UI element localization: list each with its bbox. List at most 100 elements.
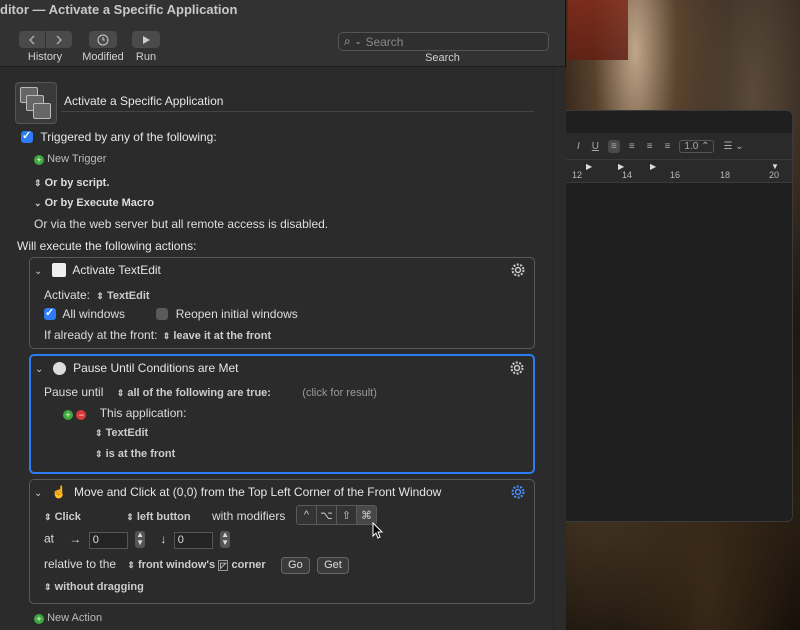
justify-icon[interactable]: ≡	[662, 140, 674, 153]
condition-row: + − This application:	[63, 406, 186, 420]
click-for-result[interactable]: (click for result)	[302, 387, 377, 399]
underline-button[interactable]: U	[589, 140, 602, 153]
if-front-label: If already at the front:	[44, 328, 158, 342]
dragging-popup[interactable]: ⇕ without dragging	[44, 581, 144, 593]
condition-popup[interactable]: ⇕ all of the following are true:	[117, 387, 271, 399]
clock-icon[interactable]	[89, 31, 117, 48]
textedit-window[interactable]: I U ≡ ≡ ≡ ≡ 1.0 ⌃ ☰ ⌄ ▶ ▶ ▶ ▼ 12 14 16 1…	[566, 110, 793, 522]
gear-icon[interactable]	[509, 360, 525, 376]
activate-label: Activate:	[44, 288, 91, 302]
list-icon[interactable]: ☰ ⌄	[720, 140, 746, 153]
ruler-label: 14	[622, 170, 633, 180]
run-group[interactable]: Run	[130, 31, 162, 63]
gear-icon[interactable]	[510, 262, 526, 278]
gear-icon[interactable]	[510, 484, 526, 500]
history-group: History	[17, 31, 73, 63]
all-windows-label: All windows	[62, 307, 126, 321]
all-windows-checkbox[interactable]	[44, 306, 56, 320]
click-popup[interactable]: ⇕ Click	[44, 511, 81, 523]
or-by-script[interactable]: ⇕ Or by script.	[34, 177, 109, 189]
action-header[interactable]: ⌄ Pause Until Conditions are Met	[35, 361, 239, 375]
align-left-icon[interactable]: ≡	[608, 139, 620, 153]
x-field[interactable]: 0	[88, 531, 128, 549]
click-icon: ☝	[51, 485, 67, 499]
y-stepper[interactable]: ▲ ▼	[220, 531, 231, 548]
if-front-popup[interactable]: ⇕ leave it at the front	[163, 330, 271, 342]
ruler-label: 18	[720, 170, 731, 180]
pause-until-row: Pause until ⇕ all of the following are t…	[44, 385, 377, 399]
action-header[interactable]: ⌄ ☝ Move and Click at (0,0) from the Top…	[34, 485, 441, 499]
go-button[interactable]: Go	[281, 557, 310, 574]
app-state-popup[interactable]: ⇕ is at the front	[95, 448, 175, 460]
line-spacing-select[interactable]: 1.0 ⌃	[679, 139, 715, 153]
click-row: ⇕ Click ⇕ left button with modifiers	[44, 509, 285, 523]
plus-icon: +	[34, 614, 44, 624]
new-action-button[interactable]: + New Action	[34, 612, 102, 624]
macro-icon[interactable]	[15, 82, 57, 124]
get-button[interactable]: Get	[317, 557, 349, 574]
this-app-label: This application:	[99, 406, 187, 420]
option-modifier[interactable]: ⌥	[317, 506, 337, 524]
action-activate-textedit[interactable]: ⌄ Activate TextEdit Activate: ⇕ TextEdit…	[29, 257, 535, 349]
down-arrow-icon: ↓	[160, 531, 167, 546]
back-button[interactable]	[18, 31, 46, 48]
activate-app-popup[interactable]: ⇕ TextEdit	[96, 290, 149, 302]
align-right-icon[interactable]: ≡	[644, 140, 656, 153]
tab-stop-icon[interactable]: ▶	[650, 162, 656, 171]
search-label: Search	[425, 52, 460, 64]
desktop-decor	[568, 0, 628, 60]
y-field[interactable]: 0	[173, 531, 213, 549]
plus-icon: +	[34, 155, 44, 165]
relative-popup[interactable]: ⇕ front window's ◸ corner	[127, 559, 266, 571]
new-trigger-button[interactable]: + New Trigger	[34, 153, 106, 165]
action-header[interactable]: ⌄ Activate TextEdit	[34, 263, 161, 277]
reopen-checkbox[interactable]	[156, 308, 169, 320]
control-modifier[interactable]: ^	[297, 506, 317, 524]
modifier-buttons: ^ ⌥ ⇧ ⌘	[296, 505, 377, 525]
textedit-app-icon	[51, 263, 66, 277]
relative-row: relative to the ⇕ front window's ◸ corne…	[44, 557, 349, 574]
with-modifiers-label: with modifiers	[211, 509, 286, 523]
macro-name-field[interactable]: Activate a Specific Application	[61, 94, 534, 112]
will-execute-label: Will execute the following actions:	[17, 239, 197, 253]
search-icon: ⌕	[344, 34, 351, 48]
triggered-row: Triggered by any of the following:	[21, 129, 217, 144]
action-title: Activate TextEdit	[72, 263, 161, 277]
disclosure-icon[interactable]: ⌄	[34, 266, 42, 277]
scrollbar[interactable]	[553, 67, 566, 630]
app-popup[interactable]: ⇕ TextEdit	[95, 427, 148, 439]
chevron-down-icon: ⌄	[354, 37, 362, 46]
history-label: History	[27, 51, 63, 63]
forward-button[interactable]	[45, 31, 72, 48]
corner-icon: ◸	[218, 560, 229, 571]
disclosure-icon[interactable]: ⌄	[35, 364, 43, 375]
tab-stop-icon[interactable]: ▶	[586, 162, 592, 171]
windows-row: All windows Reopen initial windows	[44, 306, 298, 321]
italic-button[interactable]: I	[574, 140, 583, 153]
disclosure-icon[interactable]: ⌄	[34, 488, 42, 499]
play-icon[interactable]	[132, 31, 160, 48]
modified-label: Modified	[82, 51, 124, 63]
editor-window: ditor — Activate a Specific Application …	[0, 0, 566, 630]
search-placeholder: Search	[365, 34, 404, 49]
button-popup[interactable]: ⇕ left button	[126, 511, 190, 523]
triggered-checkbox[interactable]	[21, 129, 33, 143]
action-move-and-click[interactable]: ⌄ ☝ Move and Click at (0,0) from the Top…	[29, 479, 535, 604]
align-center-icon[interactable]: ≡	[626, 140, 638, 153]
action-pause-until[interactable]: ⌄ Pause Until Conditions are Met Pause u…	[29, 354, 535, 474]
search-field[interactable]: ⌕ ⌄ Search	[338, 32, 549, 51]
remove-condition-icon[interactable]: −	[76, 410, 87, 420]
modified-group[interactable]: Modified	[82, 31, 124, 63]
if-front-row: If already at the front: ⇕ leave it at t…	[44, 328, 271, 342]
add-condition-icon[interactable]: +	[63, 410, 73, 420]
at-label: at	[44, 531, 55, 546]
ruler: ▶ ▶ ▶ ▼ 12 14 16 18 20	[566, 160, 792, 183]
activate-row: Activate: ⇕ TextEdit	[44, 288, 150, 302]
or-by-execute-macro[interactable]: ⌄ Or by Execute Macro	[34, 197, 154, 209]
macro-editor: Activate a Specific Application Triggere…	[0, 67, 552, 630]
textedit-format-bar: I U ≡ ≡ ≡ ≡ 1.0 ⌃ ☰ ⌄	[566, 133, 792, 160]
x-stepper[interactable]: ▲ ▼	[135, 531, 146, 548]
shift-modifier[interactable]: ⇧	[337, 506, 357, 524]
updown-icon: ⇕	[34, 178, 42, 188]
ruler-label: 20	[769, 170, 780, 180]
